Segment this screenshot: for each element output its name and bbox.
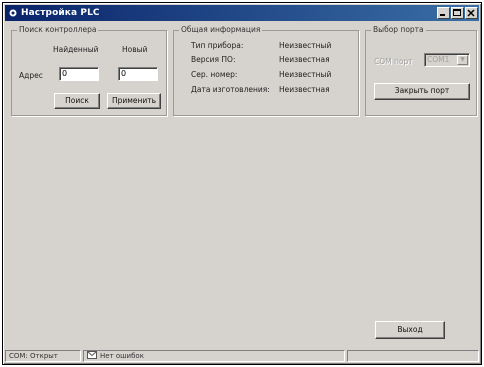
port-group-legend: Выбор порта — [371, 25, 426, 34]
found-label: Найденный — [53, 45, 99, 54]
manufacture-date-value: Неизвестная — [279, 85, 330, 94]
address-label: Адрес — [19, 71, 43, 80]
status-bar: COM: Открыт Нет ошибок — [5, 350, 479, 362]
new-address-field[interactable]: 0 — [118, 67, 158, 81]
found-address-field[interactable]: 0 — [59, 67, 99, 81]
status-panel-com: COM: Открыт — [5, 350, 81, 362]
serial-number-value: Неизвестный — [279, 70, 332, 79]
error-status-text: Нет ошибок — [100, 352, 144, 360]
close-icon[interactable] — [465, 7, 478, 19]
manufacture-date-label: Дата изготовления: — [191, 85, 270, 94]
chevron-down-icon[interactable]: ▼ — [457, 55, 468, 65]
minimize-icon[interactable] — [437, 7, 450, 19]
com-port-select[interactable]: COM1 ▼ — [424, 53, 470, 67]
device-type-label: Тип прибора: — [191, 41, 244, 50]
firmware-version-value: Неизвестная — [279, 55, 330, 64]
serial-number-label: Сер. номер: — [191, 70, 238, 79]
port-selection-group: Выбор порта — [365, 25, 477, 116]
info-group-legend: Общая информация — [179, 25, 263, 34]
status-panel-errors: Нет ошибок — [83, 350, 345, 362]
com-status-text: COM: Открыт — [9, 352, 58, 360]
com-port-value: COM1 — [427, 55, 450, 64]
com-port-label: COM порт — [374, 57, 413, 66]
message-icon — [87, 351, 97, 361]
exit-button[interactable]: Выход — [375, 321, 445, 339]
window-title: Настройка PLC — [21, 8, 100, 18]
device-type-value: Неизвестный — [279, 41, 332, 50]
status-panel-extra — [347, 350, 479, 362]
search-button[interactable]: Поиск — [54, 93, 100, 109]
settings-icon — [8, 8, 18, 18]
close-port-button[interactable]: Закрыть порт — [374, 83, 470, 100]
plc-settings-window: Настройка PLC Поиск контроллера Найденны… — [2, 2, 482, 365]
search-group-legend: Поиск контроллера — [17, 25, 99, 34]
window-controls — [436, 7, 478, 19]
title-bar[interactable]: Настройка PLC — [5, 5, 479, 21]
new-label: Новый — [122, 45, 148, 54]
firmware-version-label: Версия ПО: — [191, 55, 236, 64]
apply-button[interactable]: Применить — [107, 93, 161, 109]
maximize-icon[interactable] — [451, 7, 464, 19]
